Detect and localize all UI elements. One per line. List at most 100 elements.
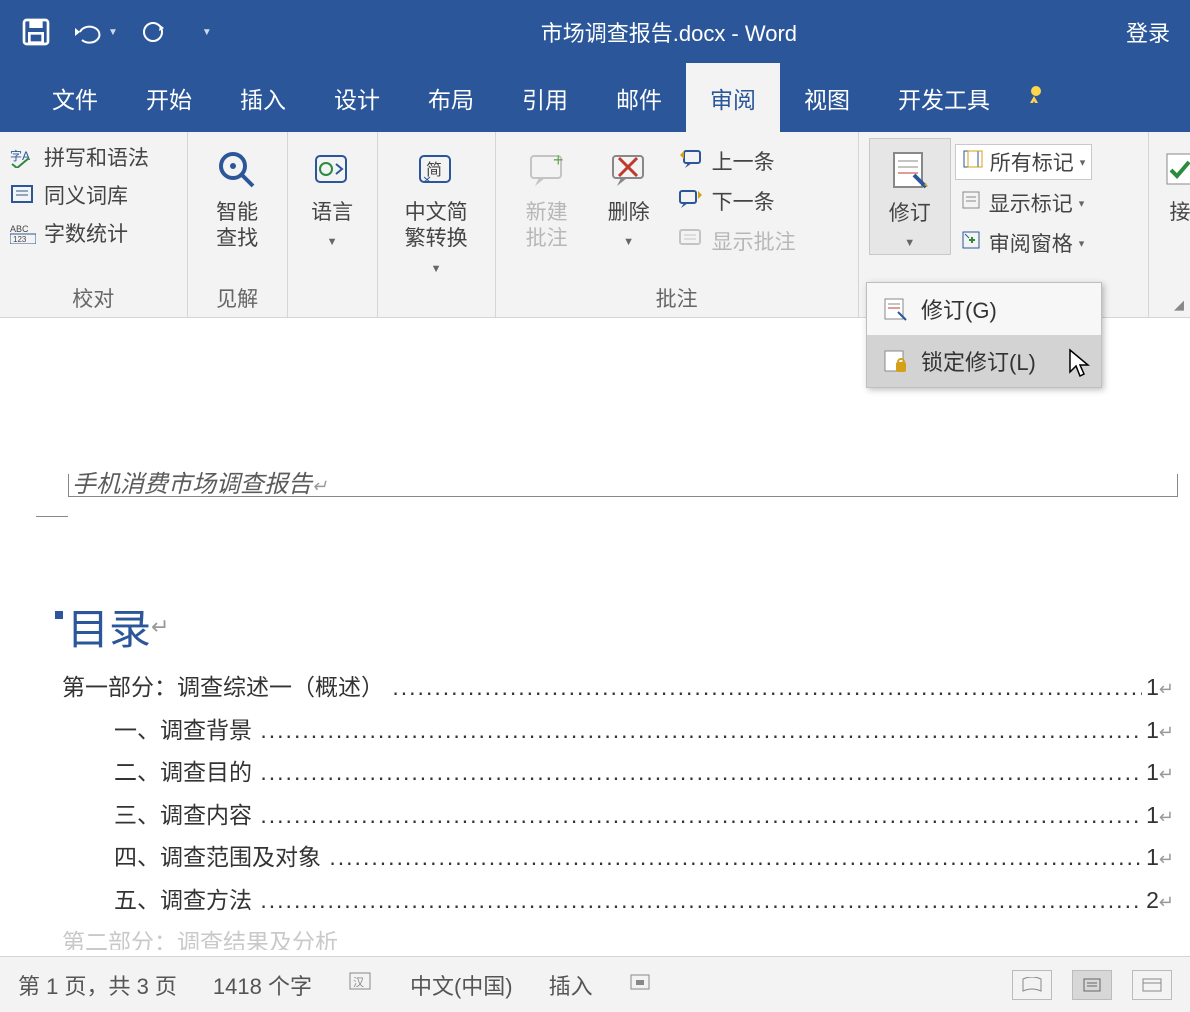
- toc-row[interactable]: 二、调查目的 .................................…: [62, 751, 1174, 794]
- group-chinese: 简 中文简繁转换 ▼: [378, 132, 496, 317]
- status-lang[interactable]: 中文(中国): [410, 969, 513, 1001]
- accept-icon: [1163, 146, 1190, 194]
- tab-developer[interactable]: 开发工具: [874, 63, 1014, 133]
- document-area[interactable]: 手机消费市场调查报告↵ 目录↵ 第一部分：调查综述一（概述） .........…: [0, 322, 1190, 950]
- wordcount-label: 字数统计: [44, 218, 128, 248]
- prev-comment-button[interactable]: 上一条: [678, 146, 796, 176]
- group-label-comments: 批注: [506, 281, 848, 315]
- page-margin-outline: [18, 496, 1178, 524]
- new-comment-icon: +: [523, 146, 571, 194]
- accept-label: 接: [1170, 200, 1190, 226]
- show-markup-dropdown[interactable]: 显示标记 ▾: [955, 186, 1093, 220]
- lock-icon: [881, 347, 909, 375]
- chevron-down-icon: ▼: [904, 237, 915, 249]
- reviewing-pane-label: 审阅窗格: [989, 228, 1073, 258]
- chevron-down-icon: ▼: [623, 236, 634, 248]
- view-buttons: [1012, 970, 1172, 1000]
- toc-row[interactable]: 四、调查范围及对象 ..............................…: [62, 836, 1174, 879]
- undo-button[interactable]: ▼: [72, 20, 118, 44]
- login-link[interactable]: 登录: [1126, 16, 1170, 48]
- view-web-layout[interactable]: [1132, 970, 1172, 1000]
- spelling-icon: 字A: [10, 146, 36, 168]
- dropdown-item-lock[interactable]: 锁定修订(L): [867, 335, 1101, 387]
- chevron-down-icon: ▾: [1079, 197, 1085, 210]
- status-macro-icon[interactable]: [629, 971, 653, 999]
- show-comments-button: 显示批注: [678, 226, 796, 256]
- tab-mailings[interactable]: 邮件: [592, 63, 686, 133]
- next-comment-icon: [678, 187, 704, 215]
- toc-row[interactable]: 第一部分：调查综述一（概述） .........................…: [62, 666, 1174, 709]
- qat: ▼ ▼: [20, 16, 212, 48]
- toc-row[interactable]: 一、调查背景 .................................…: [62, 709, 1174, 752]
- ribbon-tabs: 文件 开始 插入 设计 布局 引用 邮件 审阅 视图 开发工具: [0, 64, 1190, 132]
- show-markup-icon: [961, 190, 983, 216]
- tab-view[interactable]: 视图: [780, 63, 874, 133]
- show-comments-icon: [678, 227, 704, 255]
- chevron-down-icon: ▼: [431, 263, 442, 275]
- tab-review[interactable]: 审阅: [686, 63, 780, 133]
- chinese-conversion-button[interactable]: 简 中文简繁转换 ▼: [388, 138, 485, 279]
- smart-lookup-icon: [213, 146, 261, 194]
- spelling-button[interactable]: 字A 拼写和语法: [10, 142, 149, 172]
- toc-row[interactable]: 五、调查方法 .................................…: [62, 879, 1174, 922]
- cursor-icon: [1068, 348, 1090, 383]
- thesaurus-button[interactable]: 同义词库: [10, 180, 149, 210]
- tab-design[interactable]: 设计: [310, 63, 404, 133]
- dropdown-lock-label: 锁定修订(L): [921, 345, 1036, 377]
- display-for-review-dropdown[interactable]: 所有标记 ▾: [955, 144, 1093, 180]
- svg-text:简: 简: [426, 161, 442, 179]
- chevron-down-icon: ▼: [327, 236, 338, 248]
- new-comment-label: 新建批注: [516, 200, 578, 253]
- reviewing-pane-dropdown[interactable]: 审阅窗格 ▾: [955, 226, 1093, 260]
- group-comments: + 新建批注 删除 ▼ 上一条 下一条 显示批注: [496, 132, 859, 317]
- group-insights: 智能查找 见解: [188, 132, 288, 317]
- tell-me-icon[interactable]: [1014, 65, 1062, 131]
- language-label: 语言: [311, 201, 353, 224]
- track-changes-dropdown: 修订(G) 锁定修订(L): [866, 282, 1102, 388]
- group-label-insights: 见解: [198, 281, 277, 315]
- new-comment-button: + 新建批注: [506, 138, 588, 253]
- chinese-conversion-icon: 简: [412, 146, 460, 194]
- next-comment-button[interactable]: 下一条: [678, 186, 796, 216]
- group-label-proofing: 校对: [10, 281, 177, 315]
- track-changes-button[interactable]: 修订▼: [869, 138, 951, 255]
- qat-customize-icon[interactable]: ▼: [202, 27, 212, 38]
- tab-insert[interactable]: 插入: [216, 63, 310, 133]
- chevron-down-icon: ▾: [1080, 156, 1086, 169]
- dialog-launcher-icon[interactable]: ◢: [1174, 297, 1184, 313]
- tab-references[interactable]: 引用: [498, 63, 592, 133]
- tab-layout[interactable]: 布局: [404, 63, 498, 133]
- status-mode[interactable]: 插入: [549, 969, 593, 1001]
- prev-comment-label: 上一条: [712, 146, 775, 176]
- display-review-icon: [962, 149, 984, 175]
- svg-text:汉: 汉: [353, 976, 364, 989]
- show-comments-label: 显示批注: [712, 226, 796, 256]
- tab-file[interactable]: 文件: [28, 63, 122, 133]
- titlebar: ▼ ▼ 市场调查报告.docx - Word 登录: [0, 0, 1190, 64]
- window-title: 市场调查报告.docx - Word: [212, 16, 1126, 48]
- accept-button[interactable]: 接: [1159, 138, 1190, 226]
- thesaurus-icon: [10, 184, 36, 206]
- redo-button[interactable]: [138, 19, 168, 45]
- delete-comment-label: 删除: [608, 201, 650, 224]
- dropdown-item-track[interactable]: 修订(G): [867, 283, 1101, 335]
- toc-row[interactable]: 三、调查内容 .................................…: [62, 794, 1174, 837]
- tab-home[interactable]: 开始: [122, 63, 216, 133]
- status-lang-icon[interactable]: 汉: [348, 971, 374, 999]
- chevron-down-icon: ▾: [1079, 237, 1085, 250]
- language-button[interactable]: 语言 ▼: [298, 138, 367, 253]
- toc-row[interactable]: 第二部分：调查结果及分析: [62, 921, 1174, 950]
- toc: 第一部分：调查综述一（概述） .........................…: [62, 666, 1174, 950]
- save-icon[interactable]: [20, 16, 52, 48]
- undo-dropdown-icon[interactable]: ▼: [108, 27, 118, 38]
- smart-lookup-label: 智能查找: [208, 200, 267, 253]
- status-page[interactable]: 第 1 页，共 3 页: [18, 969, 177, 1001]
- view-print-layout[interactable]: [1072, 970, 1112, 1000]
- status-words[interactable]: 1418 个字: [213, 969, 312, 1001]
- group-proofing: 字A 拼写和语法 同义词库 ABC123 字数统计 校对: [0, 132, 188, 317]
- wordcount-button[interactable]: ABC123 字数统计: [10, 218, 149, 248]
- chinese-conversion-label: 中文简繁转换: [405, 201, 468, 250]
- view-read-mode[interactable]: [1012, 970, 1052, 1000]
- smart-lookup-button[interactable]: 智能查找: [198, 138, 277, 253]
- delete-comment-button[interactable]: 删除 ▼: [588, 138, 670, 253]
